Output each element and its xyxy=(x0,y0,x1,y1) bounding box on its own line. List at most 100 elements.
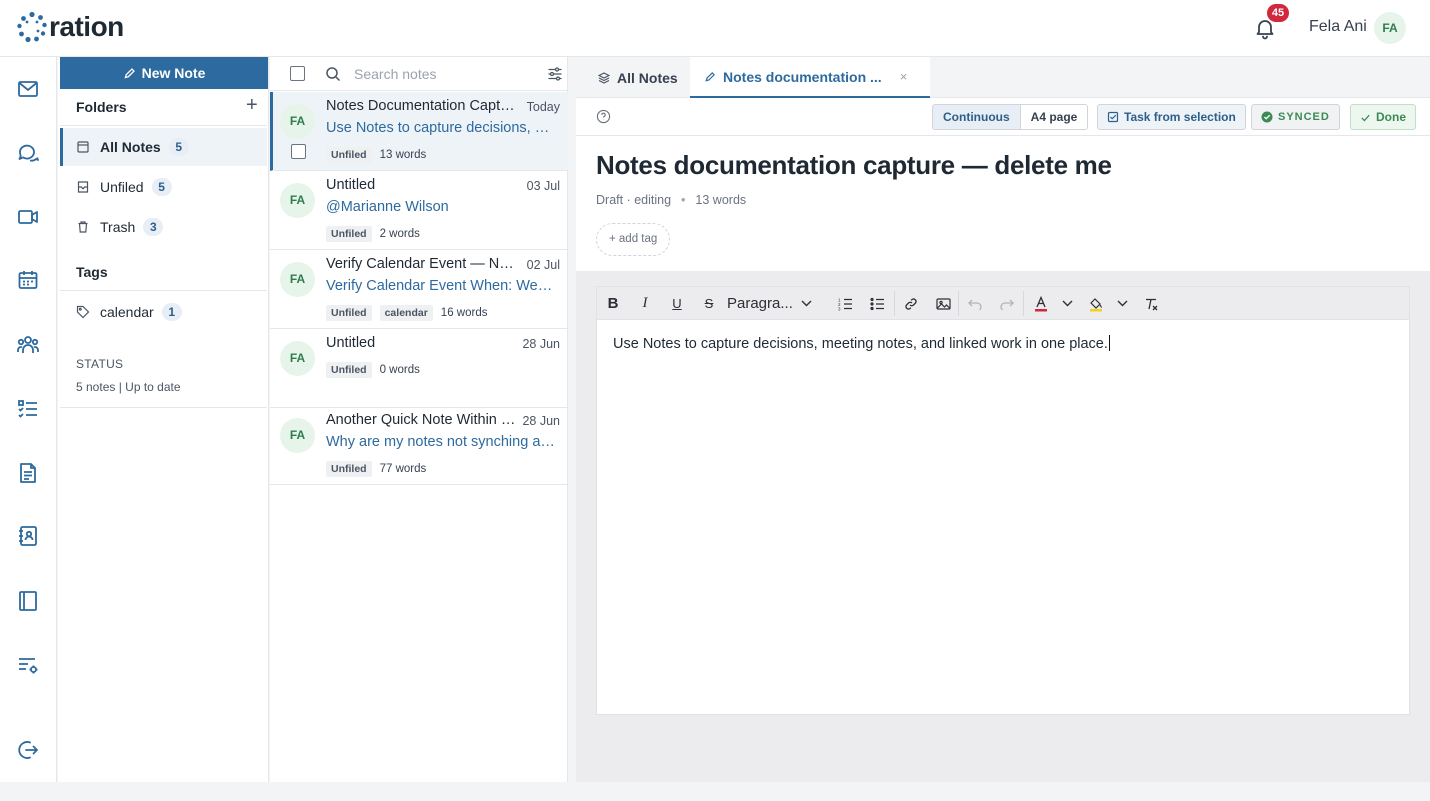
note-meta: Unfiled 0 words xyxy=(326,362,420,378)
add-tag-button[interactable]: + add tag xyxy=(596,223,671,256)
pencil-icon xyxy=(124,67,135,79)
video-icon[interactable] xyxy=(16,205,40,229)
check-circle-icon xyxy=(1261,111,1273,123)
avatar: FA xyxy=(280,341,315,376)
document-word-count: 13 words xyxy=(695,193,747,207)
settings-list-icon[interactable] xyxy=(16,653,40,677)
formatting-toolbar: B I U S Paragra... 123 xyxy=(597,287,1409,320)
tag-icon xyxy=(76,305,90,319)
folder-label: Trash xyxy=(100,219,136,235)
status-label: STATUS xyxy=(76,357,124,371)
italic-icon[interactable]: I xyxy=(633,287,657,320)
note-list-item[interactable]: FA Verify Calendar Event — Notes link 02… xyxy=(270,250,568,329)
search-input[interactable] xyxy=(354,63,534,85)
chat-icon[interactable] xyxy=(16,141,40,165)
ordered-list-icon[interactable]: 123 xyxy=(833,287,857,320)
filter-icon[interactable] xyxy=(547,66,563,82)
close-icon[interactable]: × xyxy=(900,69,908,84)
user-name[interactable]: Fela Ani xyxy=(1309,18,1367,36)
avatar: FA xyxy=(280,262,315,297)
note-date: 03 Jul xyxy=(526,179,560,193)
editor-canvas: B I U S Paragra... 123 Use Notes to capt… xyxy=(576,271,1430,782)
app-logo[interactable]: ration xyxy=(16,11,124,43)
bold-icon[interactable]: B xyxy=(601,287,625,320)
chevron-down-icon[interactable] xyxy=(1057,287,1077,320)
divider xyxy=(60,125,267,126)
done-label: Done xyxy=(1376,110,1406,124)
undo-icon[interactable] xyxy=(963,287,987,320)
note-meta: Unfiled 77 words xyxy=(326,461,426,477)
tab-label: All Notes xyxy=(617,69,678,86)
note-preview: Why are my notes not synching automatica… xyxy=(326,434,560,450)
contacts-icon[interactable] xyxy=(16,524,40,548)
avatar: FA xyxy=(280,183,315,218)
pencil-icon xyxy=(705,71,715,82)
done-button[interactable]: Done xyxy=(1350,104,1416,130)
folder-count: 5 xyxy=(151,178,172,196)
redo-icon[interactable] xyxy=(995,287,1019,320)
tab-current-note[interactable]: Notes documentation ... × xyxy=(690,57,930,98)
calendar-icon[interactable] xyxy=(16,268,40,292)
note-list-item[interactable]: FA Untitled 28 Jun Unfiled 0 words xyxy=(270,329,568,408)
paragraph-style-select[interactable]: Paragra... xyxy=(727,287,812,320)
view-a4-button[interactable]: A4 page xyxy=(1020,105,1088,129)
folder-count: 3 xyxy=(143,218,164,236)
note-date: 28 Jun xyxy=(522,337,560,351)
rich-text-editor[interactable]: B I U S Paragra... 123 Use Notes to capt… xyxy=(596,286,1410,715)
document-status: Draft · editing xyxy=(596,193,672,207)
folder-tag: Unfiled xyxy=(326,147,372,163)
note-date: Today xyxy=(526,100,560,114)
highlight-color-icon[interactable] xyxy=(1084,287,1108,320)
meta-separator: • xyxy=(681,193,686,207)
notes-search-bar xyxy=(270,57,568,91)
add-folder-button[interactable]: + xyxy=(246,95,258,115)
tasks-icon[interactable] xyxy=(16,397,40,421)
help-icon[interactable] xyxy=(596,109,611,124)
logout-icon[interactable] xyxy=(16,738,40,762)
view-continuous-button[interactable]: Continuous xyxy=(933,105,1021,129)
note-title: Untitled xyxy=(326,177,376,193)
folder-item-unfiled[interactable]: Unfiled 5 xyxy=(60,168,267,206)
bullet-list-icon[interactable] xyxy=(865,287,889,320)
mail-icon[interactable] xyxy=(16,77,40,101)
toolbar-divider xyxy=(958,291,959,316)
note-meta: Unfiled 2 words xyxy=(326,226,420,242)
note-list-item[interactable]: FA Another Quick Note Within Notes 28 Ju… xyxy=(270,406,568,485)
underline-icon[interactable]: U xyxy=(665,287,689,320)
link-icon[interactable] xyxy=(899,287,923,320)
note-date: 28 Jun xyxy=(522,414,560,428)
editor-content[interactable]: Use Notes to capture decisions, meeting … xyxy=(613,335,1110,352)
new-note-button[interactable]: New Note xyxy=(60,57,268,89)
image-icon[interactable] xyxy=(931,287,955,320)
status-text: 5 notes | Up to date xyxy=(76,380,181,394)
document-title[interactable]: Notes documentation capture — delete me xyxy=(596,150,1112,181)
tag-item-calendar[interactable]: calendar 1 xyxy=(60,293,267,331)
select-all-checkbox[interactable] xyxy=(290,66,305,81)
folder-item-trash[interactable]: Trash 3 xyxy=(60,208,267,246)
layers-icon xyxy=(598,71,610,84)
sync-status-badge: SYNCED xyxy=(1251,104,1340,130)
app-rail xyxy=(0,57,57,782)
folder-label: All Notes xyxy=(100,139,161,155)
notebook-icon[interactable] xyxy=(16,589,40,613)
word-count: 0 words xyxy=(379,364,420,376)
text-color-icon[interactable] xyxy=(1029,287,1053,320)
folder-item-all-notes[interactable]: All Notes 5 xyxy=(60,128,267,166)
editor-paragraph: Use Notes to capture decisions, meeting … xyxy=(613,336,1108,352)
note-list-item[interactable]: FA Untitled 03 Jul @Marianne Wilson Unfi… xyxy=(270,171,568,250)
clear-format-icon[interactable] xyxy=(1139,287,1163,320)
tab-all-notes[interactable]: All Notes xyxy=(598,57,678,98)
team-icon[interactable] xyxy=(16,333,40,357)
sync-status-label: SYNCED xyxy=(1278,111,1330,123)
note-list-item[interactable]: FA Notes Documentation Capture — delete … xyxy=(270,92,568,171)
note-checkbox[interactable] xyxy=(291,144,306,159)
document-icon[interactable] xyxy=(16,461,40,485)
avatar[interactable]: FA xyxy=(1374,12,1406,44)
note-editor-area: All Notes Notes documentation ... × Cont… xyxy=(576,57,1430,782)
chevron-down-icon[interactable] xyxy=(1112,287,1132,320)
strikethrough-icon[interactable]: S xyxy=(697,287,721,320)
word-count: 77 words xyxy=(379,463,427,475)
toolbar-divider xyxy=(1023,291,1024,316)
task-from-selection-button[interactable]: Task from selection xyxy=(1097,104,1246,130)
divider xyxy=(60,290,267,291)
